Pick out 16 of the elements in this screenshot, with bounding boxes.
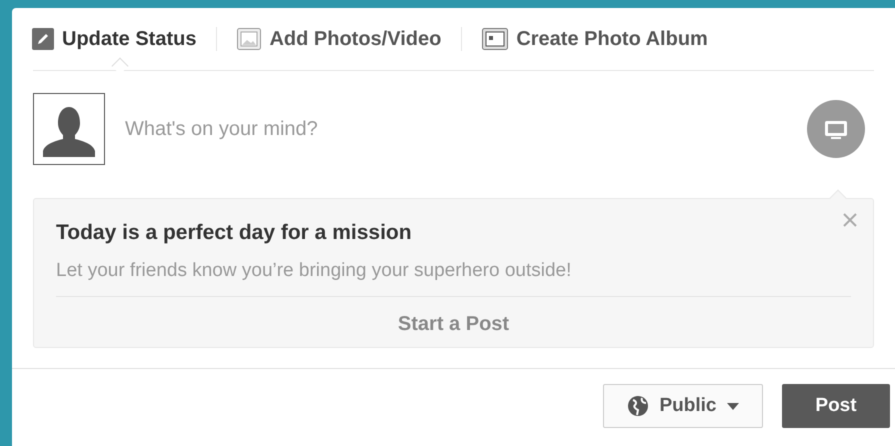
prompt-text: Let your friends know you’re bringing your superhero outside! <box>56 258 572 282</box>
status-input[interactable]: What's on your mind? <box>125 114 807 144</box>
prompt-title: Today is a perfect day for a mission <box>56 220 413 246</box>
composer-tab[interactable]: Create Photo Album <box>482 24 708 54</box>
globe-icon <box>627 395 650 417</box>
pencil-icon <box>32 28 54 50</box>
post-button[interactable]: Post <box>782 384 890 428</box>
audience-dropdown[interactable]: Public <box>603 384 763 428</box>
caret-icon <box>726 402 738 410</box>
avatar-icon <box>33 93 105 165</box>
album-icon <box>482 28 508 50</box>
composer-tab[interactable]: Update Status <box>32 24 196 54</box>
screen-icon[interactable] <box>807 100 865 158</box>
close-icon[interactable] <box>843 213 857 227</box>
photo-icon <box>237 28 262 50</box>
composer-tab[interactable]: Add Photos/Video <box>237 24 442 54</box>
